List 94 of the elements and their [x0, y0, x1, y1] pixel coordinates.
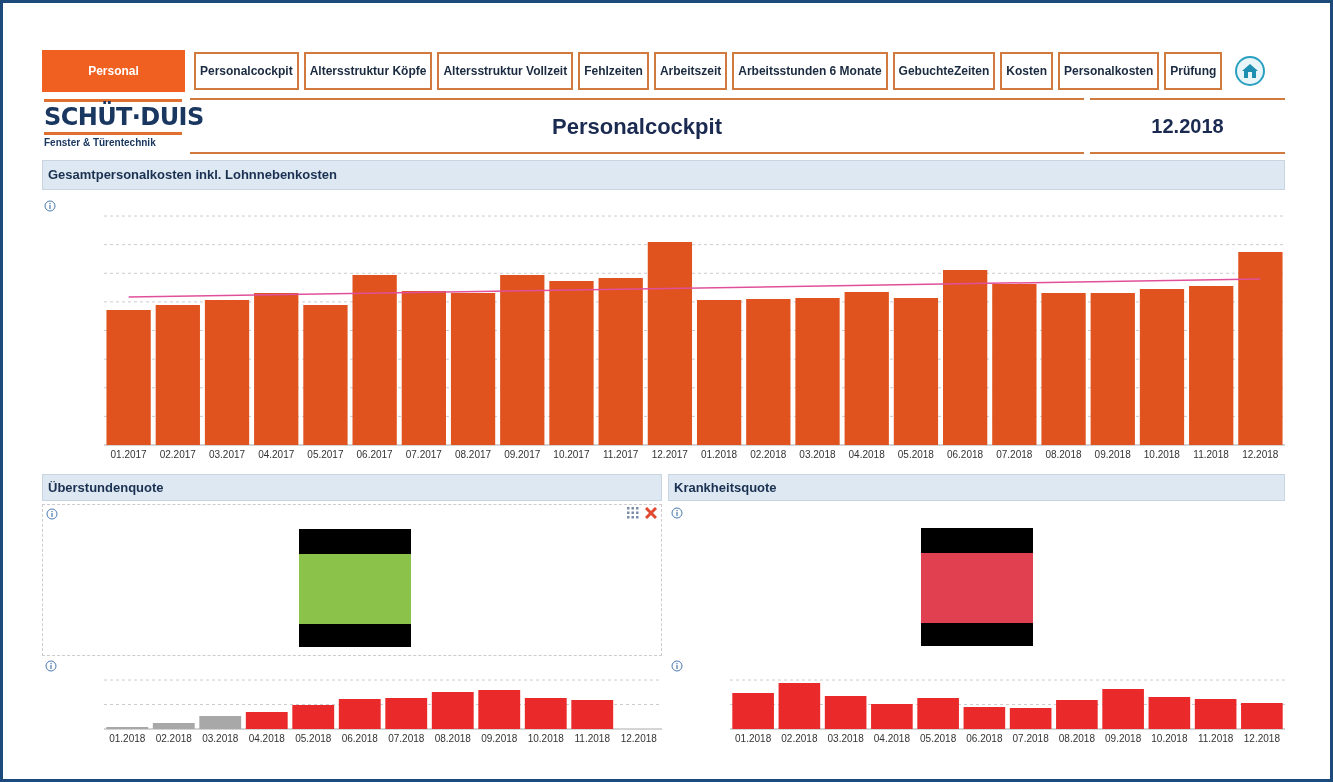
axis-label: 06.2018 [966, 732, 1003, 746]
bar [963, 707, 1006, 729]
info-icon[interactable] [46, 508, 58, 520]
logo-tagline: Fenster & Türentechnik [44, 135, 157, 150]
company-logo: SCHÜT·DUIS [44, 101, 204, 132]
page-title: Personalcockpit [552, 112, 722, 141]
bar [1194, 699, 1237, 729]
home-button[interactable] [1235, 56, 1266, 86]
axis-label: 10.2018 [1143, 448, 1180, 462]
bar [571, 700, 614, 729]
nav-tab[interactable]: Arbeitszeit [653, 52, 728, 90]
axis-label: 01.2017 [110, 448, 147, 462]
axis-label: 05.2018 [295, 732, 332, 746]
section-title: Krankheitsquote [674, 478, 777, 497]
nav-tab[interactable]: Altersstruktur Köpfe [303, 52, 433, 90]
home-icon [1241, 63, 1260, 79]
axis-label: 03.2018 [799, 448, 836, 462]
axis-label: 11.2018 [574, 732, 610, 746]
axis-label: 09.2018 [1105, 732, 1142, 746]
axis-label: 01.2018 [109, 732, 146, 746]
axis-label: 03.2017 [208, 448, 246, 462]
bar [385, 698, 428, 729]
axis-label: 05.2018 [920, 732, 957, 746]
bar [871, 704, 913, 729]
axis-label: 12.2018 [1242, 448, 1279, 462]
axis-label: 08.2017 [454, 448, 492, 462]
axis-label: 10.2018 [1151, 732, 1188, 746]
bar [824, 696, 867, 729]
grid-icon[interactable] [627, 507, 639, 519]
axis-label: 10.2018 [527, 732, 564, 746]
info-icon[interactable] [671, 507, 683, 519]
nav-tab[interactable]: Personalkosten [1057, 52, 1160, 90]
bar [1009, 708, 1052, 729]
bar [778, 683, 821, 729]
axis-label: 06.2018 [341, 732, 378, 746]
axis-label: 01.2018 [735, 732, 772, 746]
axis-label: 07.2018 [388, 732, 425, 746]
bar [1056, 700, 1098, 729]
info-icon[interactable] [44, 200, 56, 212]
nav-tab[interactable]: Fehlzeiten [578, 52, 649, 90]
axis-label: 07.2017 [405, 448, 442, 462]
axis-label: 10.2017 [553, 448, 590, 462]
bar [245, 712, 288, 729]
axis-label: 12.2017 [651, 448, 688, 462]
axis-label: 12.2018 [620, 732, 657, 746]
axis-label: 02.2018 [155, 732, 192, 746]
section-title: Gesamtpersonalkosten inkl. Lohnnebenkosten [48, 166, 337, 185]
axis-label: 02.2017 [159, 448, 196, 462]
info-icon[interactable] [671, 660, 683, 672]
axis-label: 02.2018 [781, 732, 818, 746]
info-icon[interactable] [45, 660, 57, 672]
axis-label: 04.2018 [873, 732, 910, 746]
axis-label: 01.2018 [700, 448, 738, 462]
nav-tab[interactable]: Prüfung [1164, 52, 1223, 90]
bar [478, 690, 521, 729]
bar [1148, 697, 1191, 729]
axis-label: 12.2018 [1243, 732, 1280, 746]
axis-label: 11.2018 [1197, 732, 1234, 746]
axis-label: 04.2018 [848, 448, 885, 462]
axis-label: 09.2017 [504, 448, 541, 462]
axis-label: 09.2018 [1094, 448, 1131, 462]
nav-tab[interactable]: Kosten [1000, 52, 1053, 90]
bar [431, 692, 474, 729]
bar [338, 699, 381, 729]
bar [1241, 703, 1283, 729]
axis-label: 02.2018 [750, 448, 787, 462]
period-label: 12.2018 [1151, 114, 1224, 139]
axis-label: 03.2018 [827, 732, 864, 746]
axis-label: 07.2018 [996, 448, 1033, 462]
close-icon[interactable] [645, 507, 657, 519]
axis-label: 06.2018 [946, 448, 984, 462]
axis-label: 03.2018 [202, 732, 239, 746]
axis-label: 08.2018 [434, 732, 471, 746]
bar [917, 698, 959, 729]
bar [1102, 689, 1144, 729]
bar [732, 693, 774, 729]
bar [524, 698, 567, 729]
axis-label: 08.2018 [1045, 448, 1082, 462]
axis-label: 05.2017 [307, 448, 344, 462]
axis-label: 07.2018 [1012, 732, 1049, 746]
nav-tab[interactable]: Arbeitsstunden 6 Monate [732, 52, 888, 90]
nav-tab[interactable]: Personalcockpit [194, 52, 299, 90]
axis-label: 09.2018 [481, 732, 518, 746]
nav-tab[interactable]: Altersstruktur Vollzeit [437, 52, 574, 90]
axis-label: 04.2017 [258, 448, 295, 462]
axis-label: 06.2017 [356, 448, 393, 462]
axis-label: 08.2018 [1058, 732, 1095, 746]
axis-label: 05.2018 [897, 448, 934, 462]
axis-label: 04.2018 [248, 732, 285, 746]
axis-label: 11.2017 [602, 448, 639, 462]
nav-tab[interactable]: GebuchteZeiten [892, 52, 996, 90]
section-title: Überstundenquote [48, 478, 164, 497]
bar [292, 705, 335, 729]
axis-label: 11.2018 [1193, 448, 1229, 462]
